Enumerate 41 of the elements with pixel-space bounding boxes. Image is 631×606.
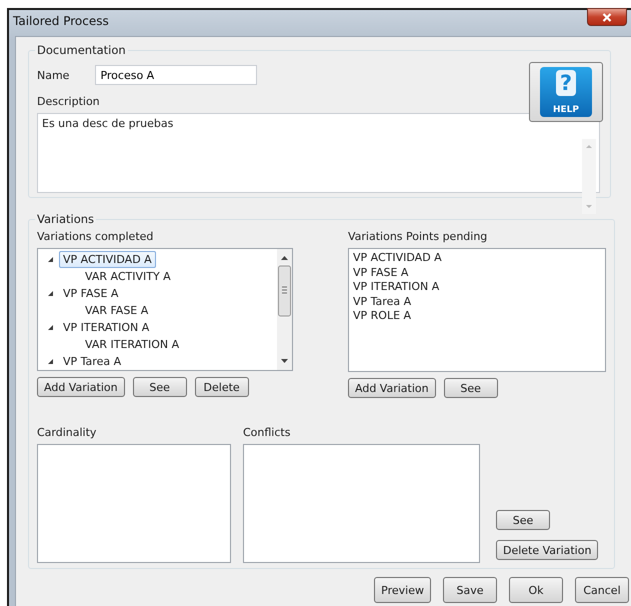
- action-button[interactable]: See: [444, 378, 498, 398]
- description-field[interactable]: Es una desc de pruebas: [37, 113, 600, 193]
- action-button[interactable]: See: [132, 377, 187, 397]
- action-button[interactable]: Add Variation: [37, 377, 125, 397]
- action-button[interactable]: Ok: [509, 577, 563, 603]
- action-button[interactable]: Add Variation: [348, 378, 436, 398]
- scrollbar[interactable]: [277, 249, 292, 370]
- group-title: Variations: [36, 212, 96, 226]
- list-item[interactable]: VP ACTIVIDAD A: [353, 251, 601, 266]
- list-item[interactable]: VP ITERATION A: [353, 280, 601, 294]
- name-field[interactable]: Proceso A: [95, 65, 258, 85]
- collapse-triangle-icon[interactable]: [46, 323, 55, 332]
- tree-item[interactable]: VP ITERATION A: [59, 319, 154, 336]
- list-label: Variations Points pending: [348, 230, 488, 243]
- action-button[interactable]: Cancel: [575, 577, 629, 603]
- tree-item[interactable]: VP Tarea A: [59, 353, 126, 370]
- action-button[interactable]: See: [496, 510, 550, 530]
- group-title: Documentation: [36, 43, 127, 57]
- close-icon: [602, 12, 612, 22]
- tree-item[interactable]: VAR FASE A: [81, 302, 152, 319]
- tree-item[interactable]: VP FASE A: [59, 285, 122, 302]
- list-label: Conflicts: [243, 426, 292, 439]
- action-button[interactable]: Delete Variation: [496, 540, 598, 560]
- action-button[interactable]: Preview: [374, 577, 431, 603]
- tree-item[interactable]: VAR ITERATION A: [81, 336, 184, 353]
- list-label: Variations completed: [37, 230, 154, 243]
- tree-item[interactable]: VP ACTIVIDAD A: [59, 251, 156, 268]
- action-button[interactable]: Save: [443, 577, 497, 603]
- close-button[interactable]: [587, 8, 627, 26]
- list-item[interactable]: VP FASE A: [353, 266, 601, 280]
- collapse-triangle-icon[interactable]: [46, 289, 55, 298]
- tree-item[interactable]: VAR ACTIVITY A: [81, 268, 175, 285]
- list-item[interactable]: VP Tarea A: [353, 294, 601, 309]
- list-item[interactable]: VP ROLE A: [353, 309, 601, 324]
- list-label: Cardinality: [37, 426, 98, 439]
- field-label: Description: [37, 95, 101, 108]
- action-button[interactable]: Delete: [194, 377, 249, 397]
- window-title: Tailored Process: [13, 14, 109, 28]
- collapse-triangle-icon[interactable]: [46, 357, 55, 366]
- field-label: Name: [37, 68, 70, 82]
- collapse-triangle-icon[interactable]: [46, 255, 55, 264]
